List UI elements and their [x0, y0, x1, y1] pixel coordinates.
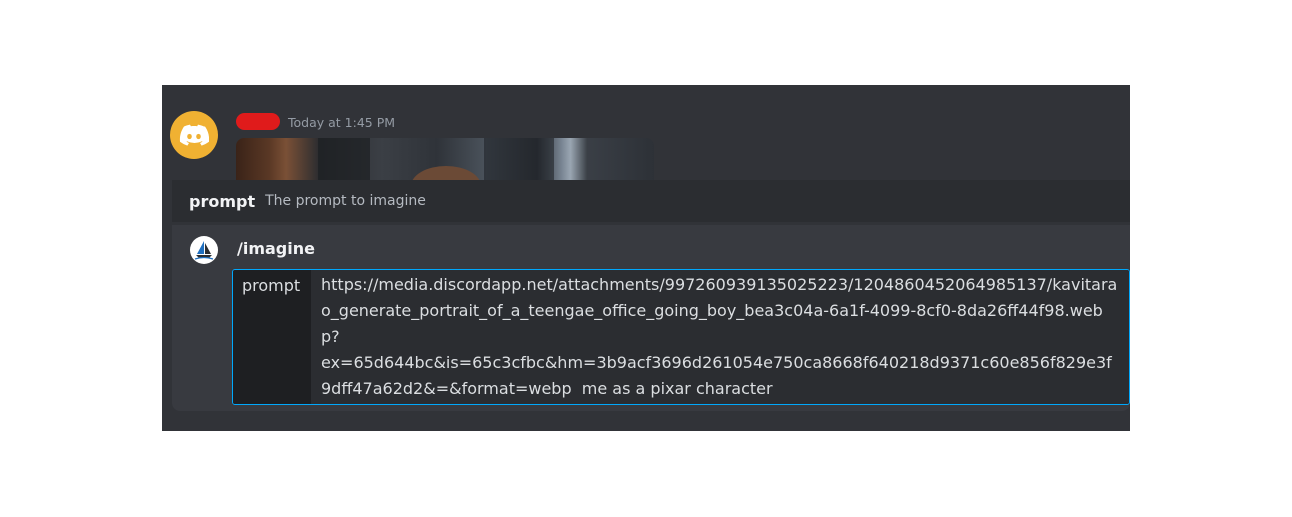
message-timestamp: Today at 1:45 PM [288, 115, 396, 130]
sailboat-icon [194, 241, 214, 260]
command-name: /imagine [237, 239, 315, 258]
parameter-value-input[interactable]: https://media.discordapp.net/attachments… [311, 270, 1129, 404]
redacted-username [236, 113, 280, 130]
option-description: The prompt to imagine [265, 193, 426, 209]
parameter-label: prompt [233, 270, 311, 404]
prompt-parameter-field[interactable]: prompt https://media.discordapp.net/atta… [232, 269, 1130, 405]
command-option-hint[interactable]: prompt The prompt to imagine [172, 180, 1130, 222]
discord-logo-icon [179, 124, 209, 146]
slash-command-input[interactable]: /imagine prompt https://media.discordapp… [172, 225, 1130, 411]
user-avatar[interactable] [170, 111, 218, 159]
option-name: prompt [189, 191, 256, 211]
chat-panel: Today at 1:45 PM prompt The prompt to im… [162, 85, 1130, 431]
bot-avatar [190, 236, 218, 264]
